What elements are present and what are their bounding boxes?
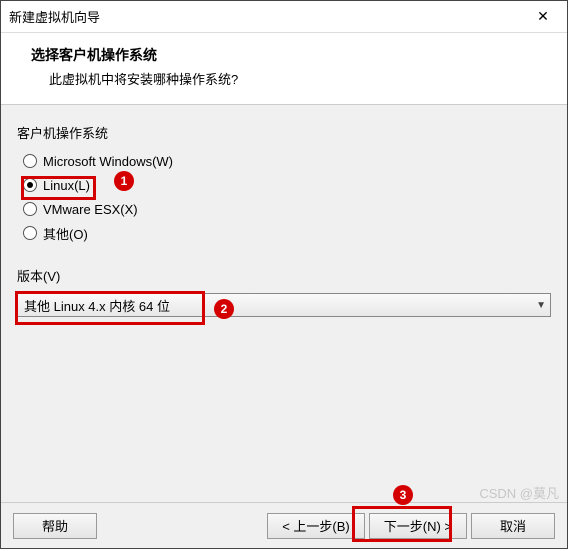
radio-linux[interactable]: Linux(L): [23, 174, 551, 196]
wizard-dialog: 新建虚拟机向导 ✕ 选择客户机操作系统 此虚拟机中将安装哪种操作系统? 客户机操…: [0, 0, 568, 549]
wizard-header: 选择客户机操作系统 此虚拟机中将安装哪种操作系统?: [1, 33, 567, 105]
radio-windows[interactable]: Microsoft Windows(W): [23, 150, 551, 172]
help-button[interactable]: 帮助: [13, 513, 97, 539]
radio-vmware-esx[interactable]: VMware ESX(X): [23, 198, 551, 220]
wizard-footer: 帮助 < 上一步(B) 下一步(N) > 取消: [1, 502, 567, 548]
version-select[interactable]: 其他 Linux 4.x 内核 64 位 ▼: [17, 293, 551, 317]
watermark: CSDN @莫凡: [479, 483, 559, 502]
cancel-button[interactable]: 取消: [471, 513, 555, 539]
page-subheading: 此虚拟机中将安装哪种操作系统?: [49, 69, 551, 88]
radio-label: VMware ESX(X): [43, 202, 138, 217]
radio-label: Microsoft Windows(W): [43, 154, 173, 169]
chevron-down-icon: ▼: [536, 300, 546, 311]
titlebar: 新建虚拟机向导 ✕: [1, 1, 567, 33]
radio-icon: [23, 226, 37, 240]
version-selected-text: 其他 Linux 4.x 内核 64 位: [24, 296, 170, 315]
wizard-content: 客户机操作系统 Microsoft Windows(W) Linux(L) VM…: [1, 105, 567, 327]
next-button[interactable]: 下一步(N) >: [369, 513, 467, 539]
radio-label: Linux(L): [43, 178, 90, 193]
page-heading: 选择客户机操作系统: [31, 45, 551, 65]
version-section: 版本(V) 其他 Linux 4.x 内核 64 位 ▼: [17, 266, 551, 317]
radio-label: 其他(O): [43, 224, 88, 243]
close-icon[interactable]: ✕: [527, 1, 559, 33]
os-group-label: 客户机操作系统: [17, 123, 551, 142]
version-label: 版本(V): [17, 266, 551, 285]
radio-icon: [23, 202, 37, 216]
back-button[interactable]: < 上一步(B): [267, 513, 365, 539]
radio-icon: [23, 154, 37, 168]
radio-other[interactable]: 其他(O): [23, 222, 551, 244]
window-title: 新建虚拟机向导: [9, 7, 100, 26]
radio-icon: [23, 178, 37, 192]
